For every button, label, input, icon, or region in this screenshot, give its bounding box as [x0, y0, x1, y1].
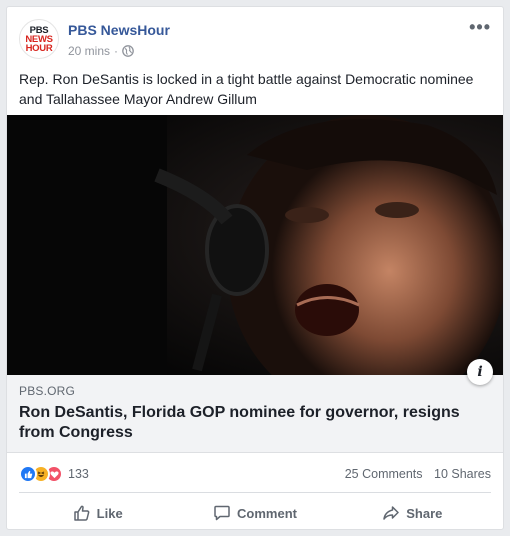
engagement-counts: 25 Comments 10 Shares	[345, 467, 491, 481]
thumbs-up-icon	[73, 505, 90, 521]
like-button[interactable]: Like	[19, 497, 176, 529]
page-name-link[interactable]: PBS NewsHour	[68, 22, 170, 38]
share-label: Share	[406, 505, 443, 521]
page-avatar[interactable]: PBS NEWS HOUR	[19, 19, 59, 59]
speaker-photo	[7, 115, 503, 375]
post-card: PBS NEWS HOUR PBS NewsHour 20 mins · •••…	[6, 6, 504, 530]
shares-count[interactable]: 10 Shares	[434, 467, 491, 481]
like-icon	[19, 465, 37, 483]
post-text: Rep. Ron DeSantis is locked in a tight b…	[19, 71, 474, 107]
avatar-line-3: HOUR	[25, 42, 53, 54]
info-icon[interactable]: i	[467, 359, 493, 385]
share-button[interactable]: Share	[334, 497, 491, 529]
globe-icon[interactable]	[122, 45, 134, 57]
link-title[interactable]: Ron DeSantis, Florida GOP nominee for go…	[19, 403, 489, 443]
comment-button[interactable]: Comment	[176, 497, 333, 529]
post-header: PBS NEWS HOUR PBS NewsHour 20 mins · •••	[19, 17, 491, 63]
more-options-icon[interactable]: •••	[469, 17, 491, 38]
reaction-count: 133	[68, 467, 89, 481]
post-timestamp[interactable]: 20 mins	[68, 44, 110, 58]
like-label: Like	[96, 505, 123, 521]
comment-icon	[214, 505, 230, 521]
comment-label: Comment	[237, 505, 297, 521]
reactions-summary[interactable]: 133	[19, 465, 89, 483]
meta-separator: ·	[114, 44, 119, 58]
link-preview[interactable]: i PBS.ORG Ron DeSantis, Florida GOP nomi…	[7, 359, 503, 453]
link-domain: PBS.ORG	[19, 384, 76, 398]
post-actions: Like Comment Share	[19, 497, 491, 529]
post-stats: 133 25 Comments 10 Shares	[19, 453, 491, 493]
link-preview-image[interactable]	[7, 115, 503, 375]
post-meta: 20 mins ·	[68, 44, 134, 58]
comments-count[interactable]: 25 Comments	[345, 467, 423, 481]
share-arrow-icon	[383, 506, 399, 520]
